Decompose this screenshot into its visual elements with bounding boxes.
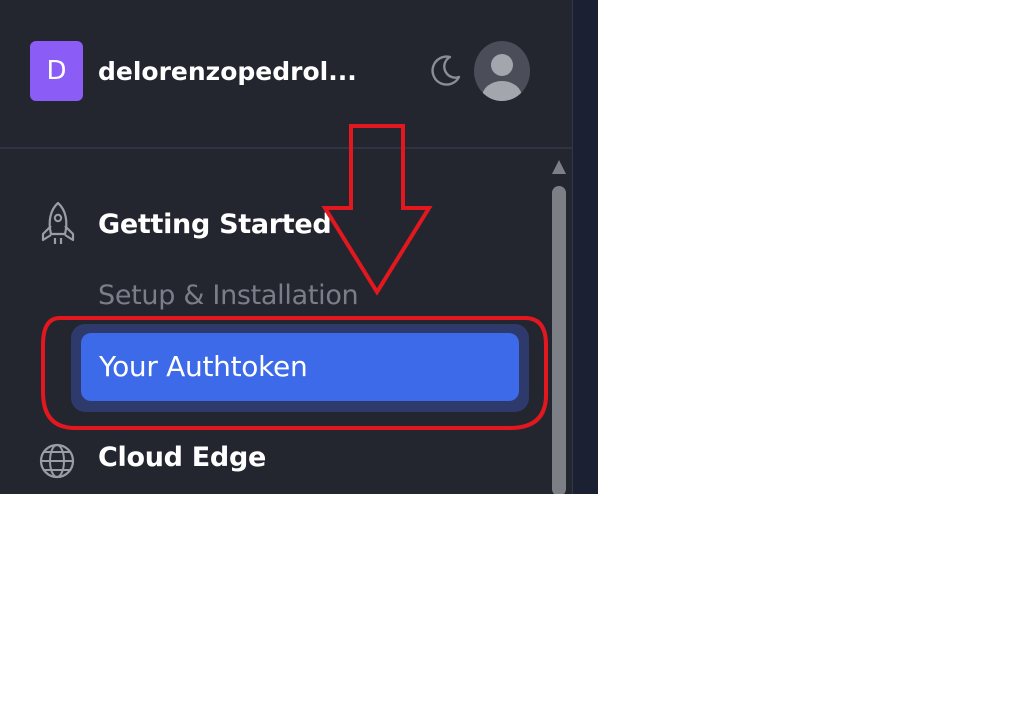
sidebar: D delorenzopedrol... Getting Started Set… (0, 0, 573, 494)
rocket-icon (41, 201, 75, 244)
account-avatar-letter[interactable]: D (30, 41, 83, 101)
globe-icon (39, 443, 75, 479)
nav-setup-installation[interactable]: Setup & Installation (98, 276, 359, 316)
nav-getting-started[interactable]: Getting Started (98, 205, 332, 245)
sidebar-header: D delorenzopedrol... (0, 0, 572, 149)
scroll-thumb[interactable] (552, 186, 566, 494)
moon-icon[interactable] (428, 52, 464, 88)
nav-your-authtoken[interactable]: Your Authtoken (81, 333, 519, 401)
sidebar-scrollbar[interactable] (550, 160, 568, 494)
nav-cloud-edge[interactable]: Cloud Edge (98, 438, 266, 478)
scroll-up-arrow-icon[interactable] (552, 160, 566, 174)
user-avatar-icon[interactable] (474, 41, 530, 101)
account-username[interactable]: delorenzopedrol... (98, 52, 388, 92)
nav-your-authtoken-label: Your Authtoken (99, 350, 308, 383)
app-panel: D delorenzopedrol... Getting Started Set… (0, 0, 598, 494)
